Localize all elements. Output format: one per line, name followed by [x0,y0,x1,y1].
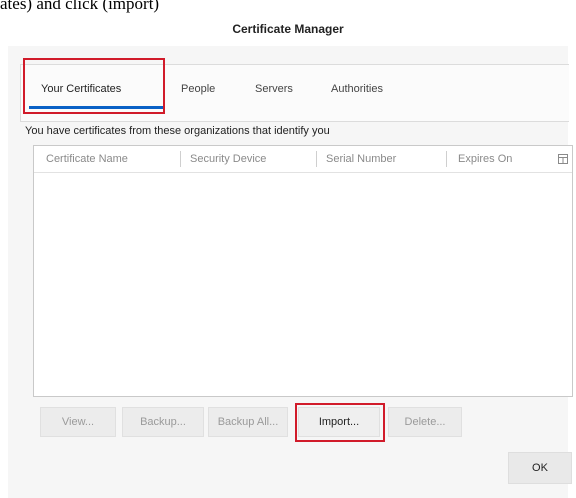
tab-authorities[interactable]: Authorities [331,83,383,107]
window-title: Certificate Manager [232,22,344,36]
column-picker-icon[interactable] [558,154,568,164]
column-header-security-device[interactable]: Security Device [190,153,266,165]
delete-button[interactable]: Delete... [388,407,462,437]
tab-people[interactable]: People [181,83,215,107]
title-bar: Certificate Manager [8,14,568,46]
backup-all-button[interactable]: Backup All... [208,407,288,437]
table-header: Certificate Name Security Device Serial … [34,146,572,173]
column-separator[interactable] [180,151,181,167]
column-header-certificate-name[interactable]: Certificate Name [46,153,128,165]
column-separator[interactable] [446,151,447,167]
column-header-serial-number[interactable]: Serial Number [326,153,396,165]
intro-text: You have certificates from these organiz… [25,125,330,137]
backup-button[interactable]: Backup... [122,407,204,437]
instruction-caption: ates) and click (import) [0,0,160,13]
tab-servers[interactable]: Servers [255,83,293,107]
import-button-highlight [295,403,385,442]
view-button[interactable]: View... [40,407,116,437]
your-certificates-highlight [23,58,165,114]
ok-button[interactable]: OK [508,452,572,484]
column-header-expires-on[interactable]: Expires On [458,153,512,165]
certificates-table[interactable]: Certificate Name Security Device Serial … [33,145,573,397]
column-separator[interactable] [316,151,317,167]
